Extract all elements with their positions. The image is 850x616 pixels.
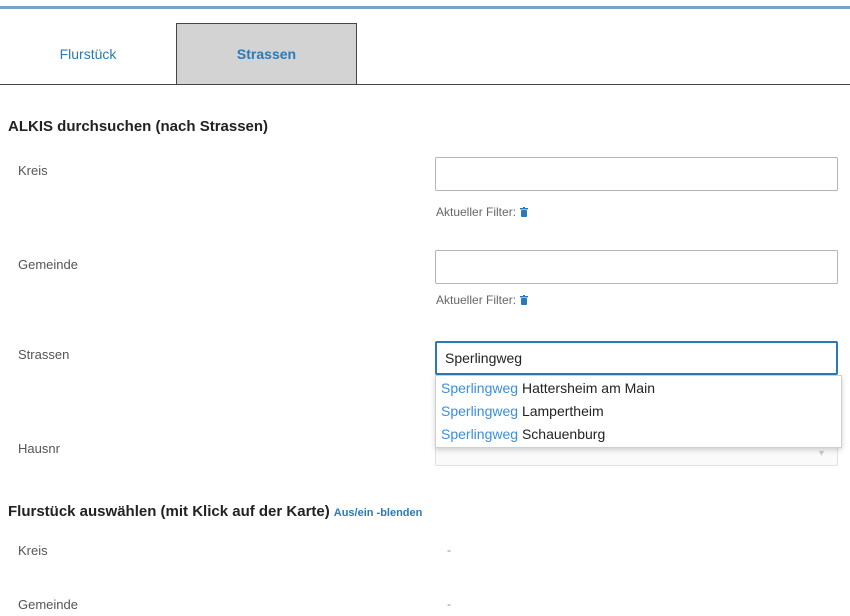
kreis-filter: Aktueller Filter: bbox=[436, 205, 529, 219]
suggestion-item[interactable]: Sperlingweg Hattersheim am Main bbox=[436, 377, 841, 400]
select-gemeinde-value: - bbox=[447, 597, 451, 611]
gemeinde-filter-label: Aktueller Filter: bbox=[436, 293, 517, 307]
kreis-filter-label: Aktueller Filter: bbox=[436, 205, 517, 219]
select-section-title: Flurstück auswählen (mit Klick auf der K… bbox=[8, 503, 422, 520]
tab-strassen[interactable]: Strassen bbox=[176, 23, 357, 84]
select-section-title-text: Flurstück auswählen (mit Klick auf der K… bbox=[8, 503, 330, 520]
suggestion-place: Hattersheim am Main bbox=[518, 380, 655, 396]
select-gemeinde-label: Gemeinde bbox=[18, 597, 78, 612]
top-accent-bar bbox=[0, 6, 850, 9]
suggestion-match: Sperlingweg bbox=[441, 380, 519, 396]
suggestion-place: Schauenburg bbox=[518, 426, 606, 442]
hausnr-label: Hausnr bbox=[18, 441, 60, 456]
kreis-label: Kreis bbox=[18, 163, 48, 178]
suggestion-match: Sperlingweg bbox=[441, 426, 519, 442]
strassen-input[interactable] bbox=[435, 341, 838, 375]
trash-icon[interactable] bbox=[520, 295, 529, 305]
toggle-visibility-link[interactable]: Aus/ein -blenden bbox=[334, 507, 423, 519]
select-kreis-value: - bbox=[447, 543, 451, 557]
gemeinde-filter: Aktueller Filter: bbox=[436, 293, 529, 307]
strassen-label: Strassen bbox=[18, 347, 70, 362]
tab-bar: Flurstück Strassen bbox=[0, 23, 850, 85]
suggestion-match: Sperlingweg bbox=[441, 403, 519, 419]
chevron-down-icon: ▾ bbox=[819, 448, 825, 459]
search-section-title: ALKIS durchsuchen (nach Strassen) bbox=[8, 118, 269, 135]
suggestion-item[interactable]: Sperlingweg Lampertheim bbox=[436, 400, 841, 423]
trash-icon[interactable] bbox=[520, 207, 529, 217]
gemeinde-label: Gemeinde bbox=[18, 257, 78, 272]
suggestion-item[interactable]: Sperlingweg Schauenburg bbox=[436, 423, 841, 446]
strassen-suggestions: Sperlingweg Hattersheim am Main Sperling… bbox=[435, 375, 842, 448]
select-kreis-label: Kreis bbox=[18, 543, 48, 558]
gemeinde-input[interactable] bbox=[435, 250, 838, 284]
tab-divider bbox=[0, 84, 850, 85]
suggestion-place: Lampertheim bbox=[518, 403, 604, 419]
tab-flurstueck[interactable]: Flurstück bbox=[0, 23, 176, 84]
kreis-input[interactable] bbox=[435, 157, 838, 191]
